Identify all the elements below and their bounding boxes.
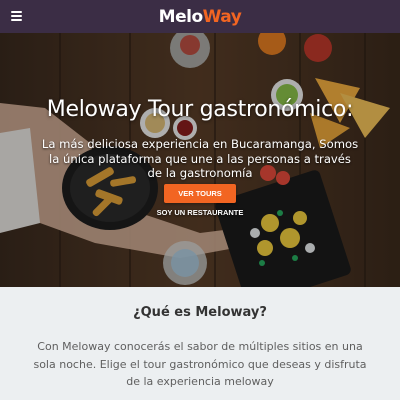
hero-title: Meloway Tour gastronómico: <box>46 97 354 122</box>
about-text: Con Meloway conocerás el sabor de múltip… <box>33 340 367 388</box>
ver-tours-button[interactable]: VER TOURS <box>164 184 236 203</box>
logo[interactable]: MeloWay <box>159 7 242 27</box>
hero-section: Meloway Tour gastronómico: La más delici… <box>0 33 400 287</box>
top-navbar: MeloWay <box>0 0 400 33</box>
about-title: ¿Qué es Meloway? <box>133 305 267 320</box>
about-section: ¿Qué es Meloway? Con Meloway conocerás e… <box>0 287 400 400</box>
hamburger-menu-icon[interactable] <box>11 11 22 21</box>
logo-text-way: Way <box>202 6 242 27</box>
hero-subtitle: La más deliciosa experiencia en Bucarama… <box>41 137 359 180</box>
logo-text-melo: Melo <box>158 6 203 27</box>
soy-un-restaurante-link[interactable]: SOY UN RESTAURANTE <box>0 208 400 217</box>
